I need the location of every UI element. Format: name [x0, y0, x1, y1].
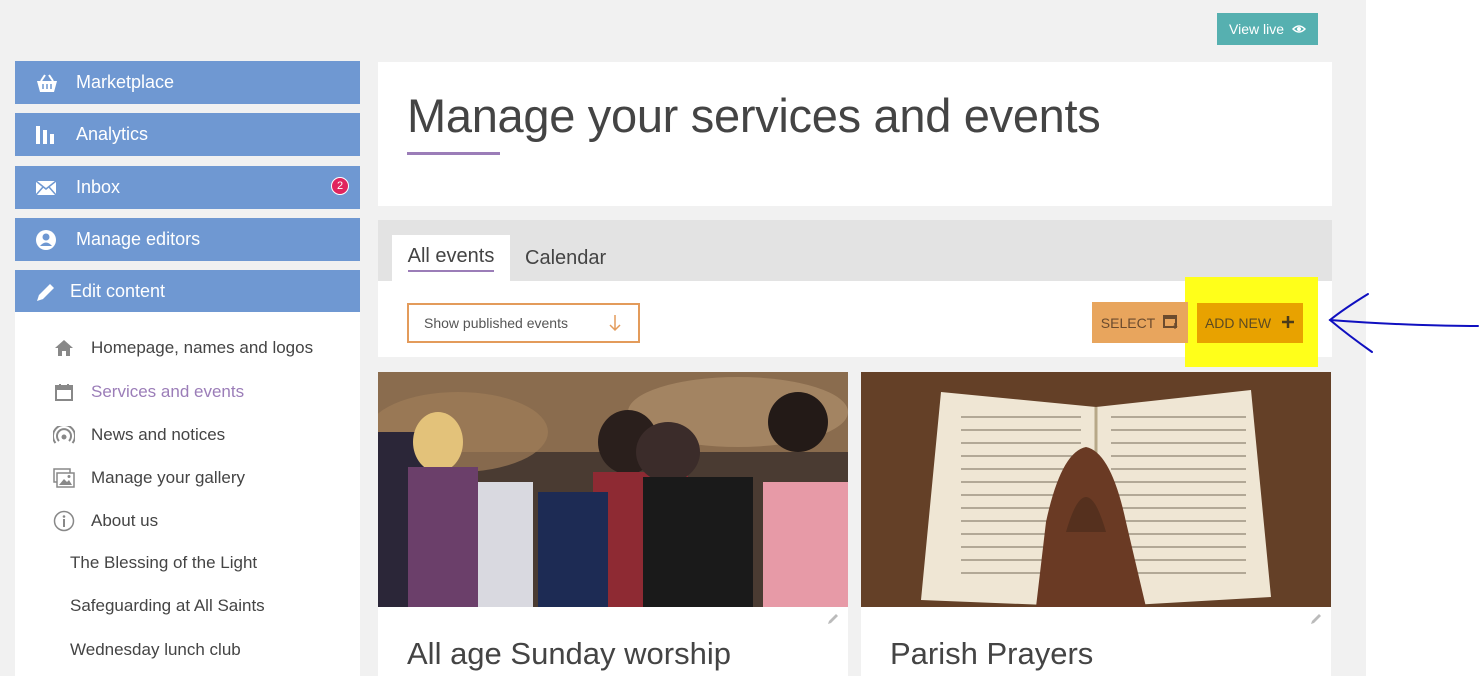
nav-manage-editors-label: Manage editors	[76, 229, 201, 249]
calendar-icon	[51, 381, 76, 403]
tab-bar: All events Calendar	[378, 220, 1332, 281]
nav-inbox[interactable]: Inbox 2	[15, 166, 360, 209]
sidebar-subitem-blessing-of-light[interactable]: The Blessing of the Light	[70, 553, 257, 573]
user-circle-icon	[35, 229, 71, 251]
sidebar-item-gallery[interactable]: Manage your gallery	[51, 466, 245, 490]
tab-calendar-label: Calendar	[525, 246, 607, 269]
sidebar-item-homepage[interactable]: Homepage, names and logos	[51, 336, 313, 360]
page-title: Manage your services and events	[407, 89, 1101, 142]
event-card[interactable]: All age Sunday worship	[378, 372, 848, 676]
tab-all-events[interactable]: All events	[392, 235, 510, 281]
nav-marketplace-label: Marketplace	[76, 72, 175, 92]
eye-icon	[1291, 21, 1307, 37]
sidebar-item-services-events-label: Services and events	[91, 382, 245, 401]
edit-pencil-icon[interactable]	[1309, 612, 1323, 631]
info-icon	[51, 510, 76, 532]
plus-icon	[1281, 315, 1295, 332]
event-filter-select[interactable]: Show published events	[407, 303, 640, 343]
event-card[interactable]: Parish Prayers	[861, 372, 1331, 676]
gallery-icon	[51, 467, 76, 489]
pencil-icon	[35, 281, 65, 303]
nav-manage-editors[interactable]: Manage editors	[15, 218, 360, 261]
sidebar-item-about-us[interactable]: About us	[51, 509, 158, 533]
event-filter-value: Show published events	[424, 315, 568, 331]
home-icon	[51, 337, 76, 359]
broadcast-icon	[51, 424, 76, 446]
sidebar-item-gallery-label: Manage your gallery	[91, 468, 246, 487]
event-image-prayers	[861, 372, 1331, 607]
arrow-left-annotation-icon	[1328, 293, 1479, 353]
arrow-down-icon	[608, 313, 622, 336]
edit-pencil-icon[interactable]	[826, 612, 840, 631]
basket-icon	[35, 73, 71, 93]
sidebar-subitem-lunch-club[interactable]: Wednesday lunch club	[70, 640, 241, 660]
select-button-label: SELECT	[1100, 314, 1156, 331]
view-live-label: View live	[1229, 21, 1284, 37]
title-underline	[407, 152, 500, 155]
nav-marketplace[interactable]: Marketplace	[15, 61, 360, 104]
sidebar-content-panel: Homepage, names and logos Services and e…	[15, 312, 360, 676]
sidebar-item-news-label: News and notices	[91, 425, 226, 444]
sidebar-item-about-us-label: About us	[91, 511, 159, 530]
sidebar-item-homepage-label: Homepage, names and logos	[91, 338, 314, 357]
select-button[interactable]: SELECT	[1092, 302, 1188, 343]
tab-calendar[interactable]: Calendar	[525, 235, 606, 281]
nav-inbox-label: Inbox	[76, 177, 121, 197]
view-live-button[interactable]: View live	[1217, 13, 1318, 45]
calendar-select-icon	[1163, 313, 1179, 332]
page-header-card: Manage your services and events	[378, 62, 1332, 206]
bar-chart-icon	[35, 125, 71, 145]
tab-all-events-label: All events	[407, 245, 495, 272]
nav-analytics-label: Analytics	[76, 124, 149, 144]
add-new-button-label: ADD NEW	[1204, 315, 1272, 331]
sidebar-subitem-safeguarding[interactable]: Safeguarding at All Saints	[70, 596, 265, 616]
nav-edit-content-label: Edit content	[70, 281, 166, 301]
add-new-button[interactable]: ADD NEW	[1197, 303, 1303, 343]
event-title: Parish Prayers	[890, 636, 1094, 671]
envelope-icon	[35, 179, 71, 196]
event-image-worship	[378, 372, 848, 607]
nav-edit-content[interactable]: Edit content	[15, 270, 360, 313]
inbox-unread-badge: 2	[331, 177, 349, 195]
event-title: All age Sunday worship	[407, 636, 731, 671]
nav-analytics[interactable]: Analytics	[15, 113, 360, 156]
sidebar-item-news[interactable]: News and notices	[51, 423, 225, 447]
sidebar-item-services-events[interactable]: Services and events	[51, 380, 244, 404]
